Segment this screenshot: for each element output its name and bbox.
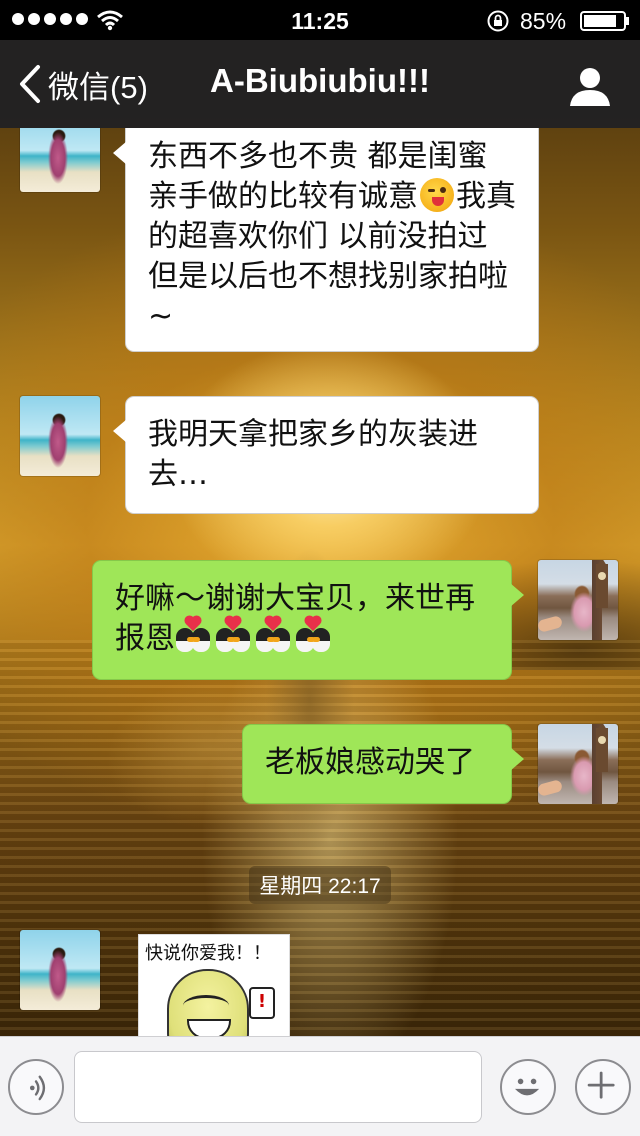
kissing-penguins-emoji-icon [175,616,211,654]
timestamp-label: 星期四 22:17 [249,866,391,904]
my-avatar[interactable] [538,724,618,804]
input-toolbar [0,1036,640,1136]
contact-avatar[interactable] [20,396,100,476]
status-bar: 11:25 85% [0,0,640,40]
sticker-caption: 快说你爱我！！ [145,943,271,964]
rotation-lock-icon [487,10,509,32]
kissing-penguins-emoji-icon [255,616,291,654]
person-icon[interactable] [566,62,614,110]
contact-avatar[interactable] [20,930,100,1010]
message-bubble-incoming[interactable]: 我明天拿把家乡的灰装进去… [113,396,539,514]
smiley-icon[interactable] [500,1059,556,1115]
wink-tongue-emoji-icon [420,178,454,212]
message-bubble-outgoing[interactable]: 好嘛～谢谢大宝贝，来世再报恩 [92,560,524,680]
message-bubble-incoming[interactable]: 东西不多也不贵 都是闺蜜亲手做的比较有诚意 我真的超喜欢你们 以前没拍过但是以后也… [113,128,539,352]
chat-title: A-Biubiubiu!!! [210,62,430,99]
plus-icon[interactable] [575,1059,631,1115]
meme-face-icon [167,969,249,1036]
battery-percent: 85% [520,8,567,34]
kissing-penguins-emoji-icon [215,616,251,654]
kissing-penguins-emoji-icon [295,616,331,654]
exclamation-card-icon: ! [249,987,275,1019]
message-list[interactable]: 东西不多也不贵 都是闺蜜亲手做的比较有诚意 我真的超喜欢你们 以前没拍过但是以后也… [0,128,640,1036]
battery-icon [580,11,629,31]
message-bubble-outgoing[interactable]: 老板娘感动哭了 [242,724,524,804]
voice-icon[interactable] [8,1059,64,1115]
my-avatar[interactable] [538,560,618,640]
navigation-bar: 微信(5) A-Biubiubiu!!! [0,40,640,128]
chat-screen: 11:25 85% 微信(5) A-Biubiubiu!!! 东西不多也不贵 都… [0,0,640,1136]
sticker-message[interactable]: 快说你爱我！！ ! [138,934,290,1036]
message-text: 我明天拿把家乡的灰装进去… [148,417,478,492]
message-input[interactable] [74,1051,482,1123]
contact-avatar[interactable] [20,128,100,192]
message-text: 老板娘感动哭了 [265,745,475,780]
timestamp-divider: 星期四 22:17 [0,866,640,904]
